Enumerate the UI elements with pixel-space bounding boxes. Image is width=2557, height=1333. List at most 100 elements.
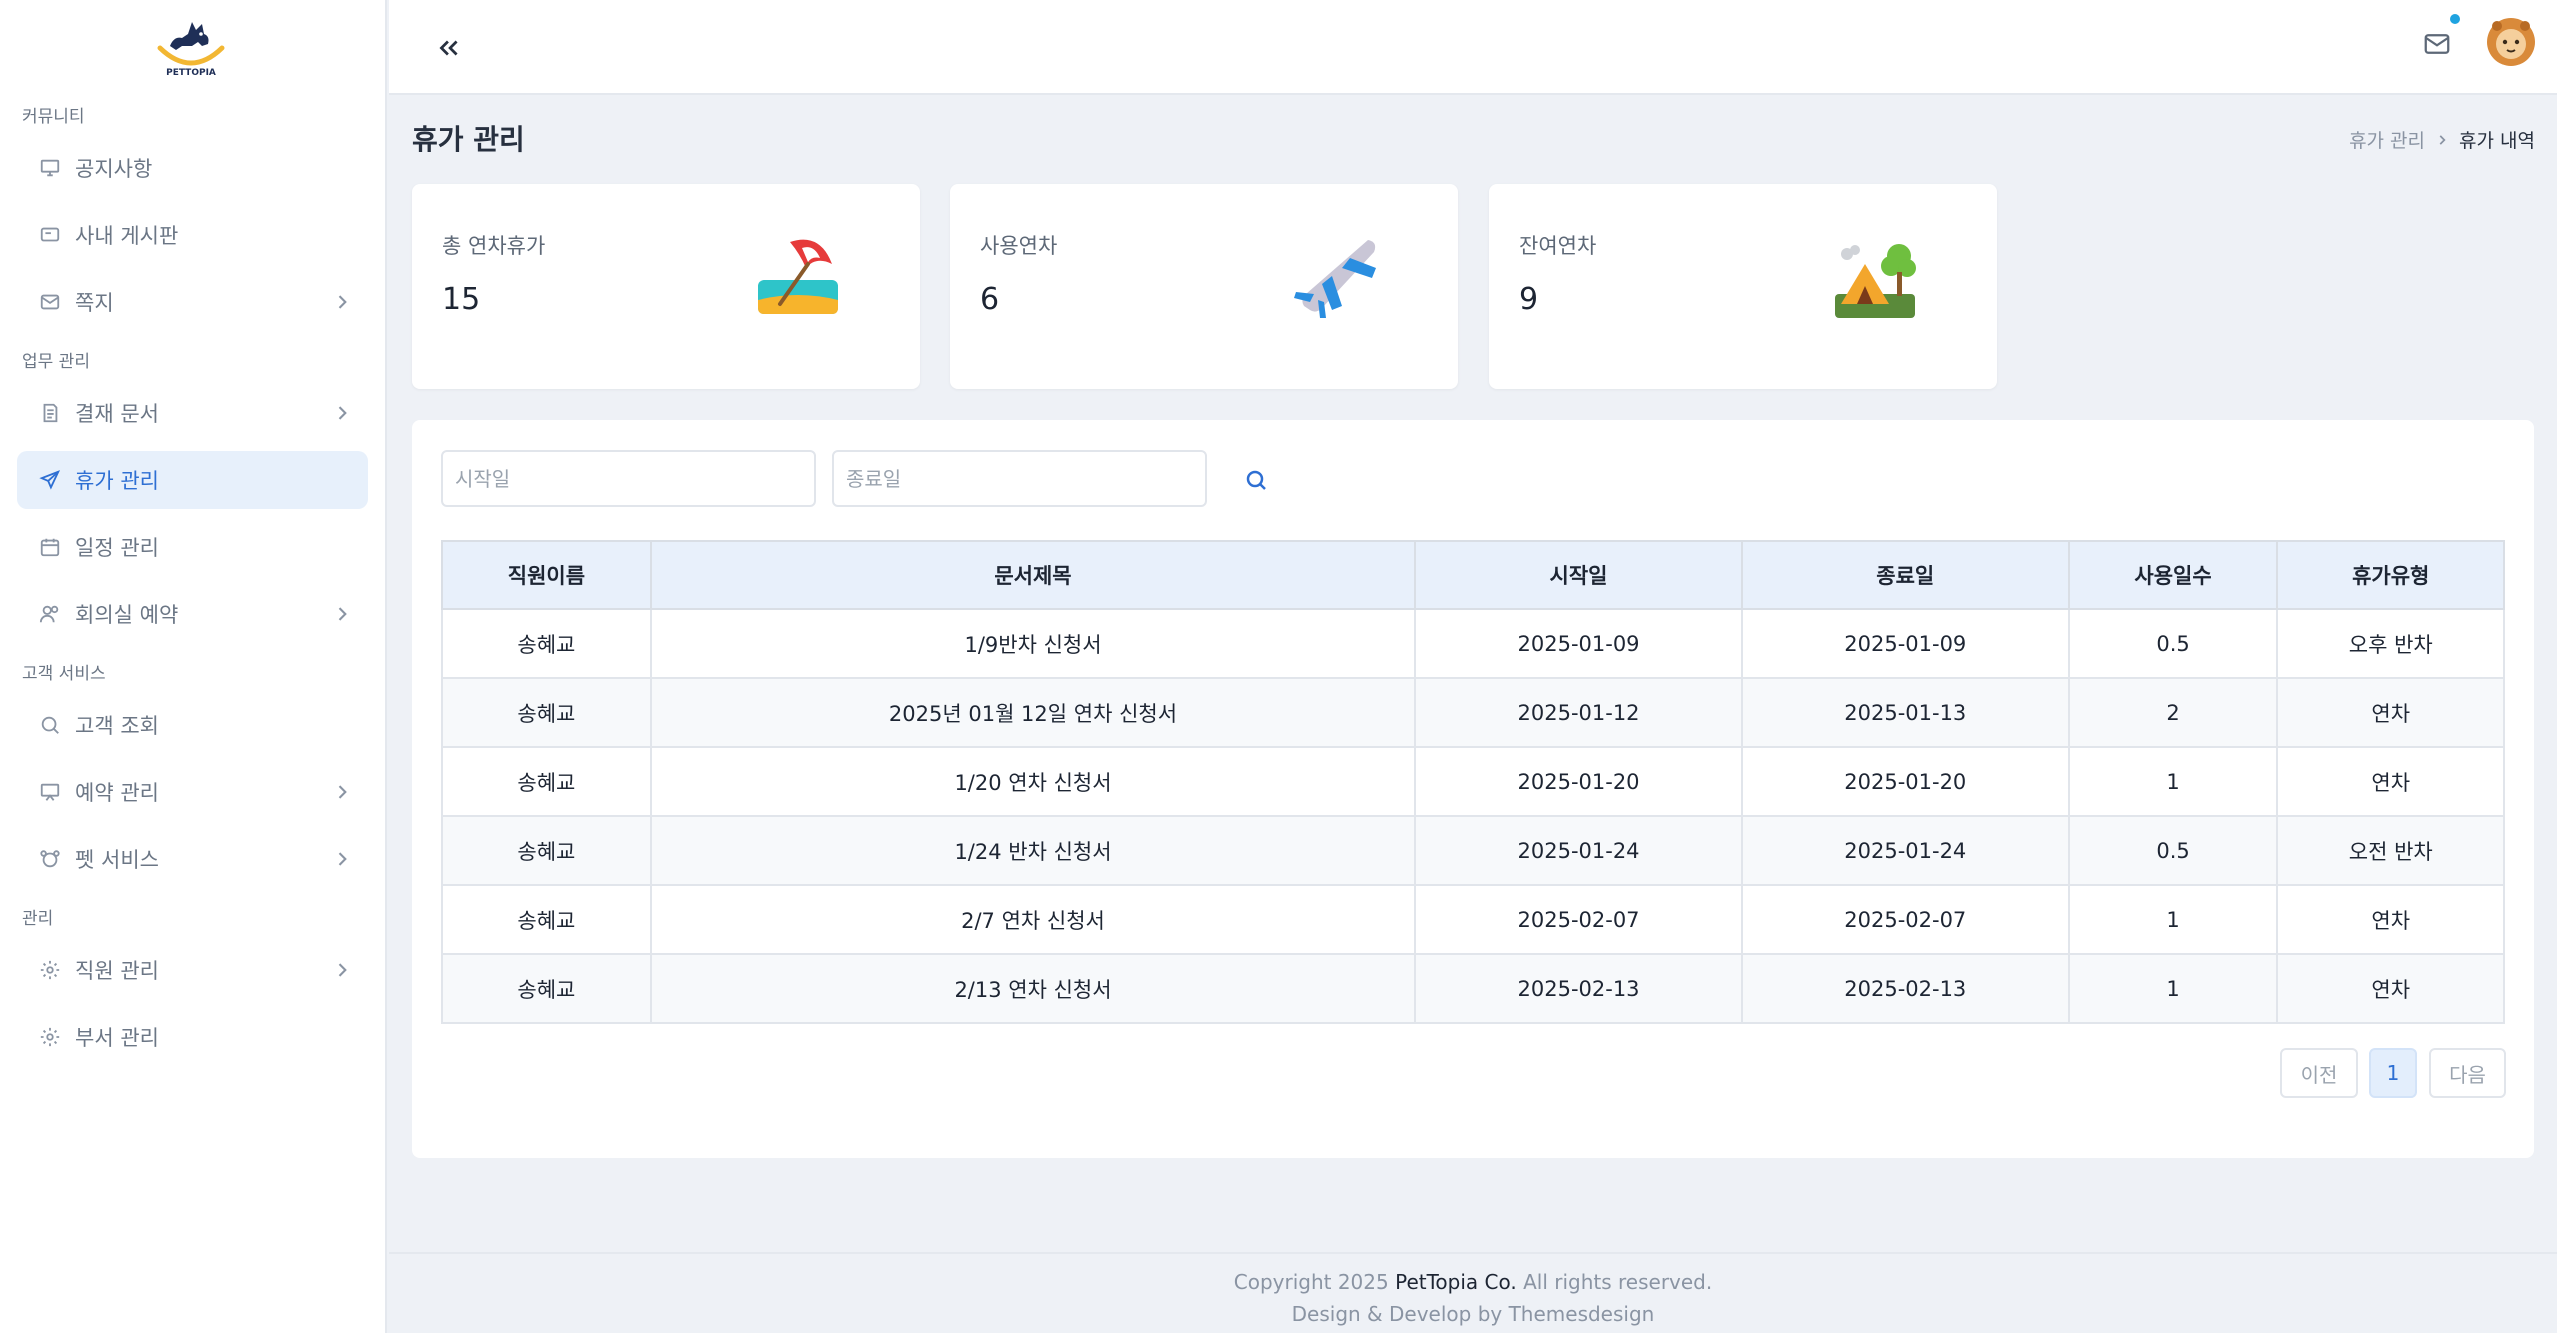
sidebar-item-board[interactable]: 사내 게시판 <box>17 206 368 264</box>
cell: 1 <box>2067 953 2279 1024</box>
search-icon <box>39 714 61 736</box>
column-header[interactable]: 문서제목 <box>649 540 1417 610</box>
svg-text:PETTOPIA: PETTOPIA <box>166 68 216 78</box>
next-page-button[interactable]: 다음 <box>2429 1048 2506 1098</box>
sidebar-item-label: 휴가 관리 <box>75 469 159 493</box>
sidebar-item-message[interactable]: 쪽지 <box>17 273 368 331</box>
beach-umbrella-icon <box>758 239 838 314</box>
sidebar: PETTOPIA 커뮤니티 공지사항 사내 게시판 쪽지 업무 관리 결재 문서… <box>0 0 387 1333</box>
column-header[interactable]: 시작일 <box>1414 540 1743 610</box>
sidebar-item-pet-service[interactable]: 펫 서비스 <box>17 830 368 888</box>
cell: 송혜교 <box>441 677 652 748</box>
presentation-icon <box>39 781 61 803</box>
users-icon <box>39 603 61 625</box>
avatar[interactable] <box>2481 12 2541 72</box>
table-row[interactable]: 송혜교 2/7 연차 신청서 2025-02-07 2025-02-07 1 연… <box>441 884 2505 955</box>
breadcrumb-link[interactable]: 휴가 관리 <box>2349 126 2425 153</box>
sidebar-item-schedule[interactable]: 일정 관리 <box>17 518 368 576</box>
gear-icon <box>39 959 61 981</box>
pet-icon <box>39 848 61 870</box>
document-icon <box>39 402 61 424</box>
cell: 연차 <box>2276 953 2505 1024</box>
column-header[interactable]: 직원이름 <box>441 540 652 610</box>
notification-dot <box>2450 14 2460 24</box>
inbox-button[interactable] <box>2415 22 2459 66</box>
column-header[interactable]: 종료일 <box>1740 540 2070 610</box>
sidebar-item-label: 고객 조회 <box>75 714 159 738</box>
cell: 연차 <box>2276 677 2505 748</box>
board-icon <box>39 224 61 246</box>
section-customer: 고객 서비스 <box>22 664 106 684</box>
chevron-right-icon <box>338 607 347 621</box>
stat-label: 총 연차휴가 <box>442 234 546 258</box>
page-title: 휴가 관리 <box>412 123 525 156</box>
prev-page-button[interactable]: 이전 <box>2280 1048 2358 1098</box>
pettopia-logo[interactable]: PETTOPIA <box>152 12 230 78</box>
sidebar-item-notice[interactable]: 공지사항 <box>17 139 368 197</box>
column-header[interactable]: 사용일수 <box>2067 540 2279 610</box>
cell: 1/20 연차 신청서 <box>649 746 1417 817</box>
cell: 연차 <box>2276 746 2505 817</box>
sidebar-item-reservation[interactable]: 예약 관리 <box>17 763 368 821</box>
cell: 1/24 반차 신청서 <box>649 815 1417 886</box>
sidebar-item-customer-search[interactable]: 고객 조회 <box>17 696 368 754</box>
cell: 송혜교 <box>441 953 652 1024</box>
sidebar-item-label: 일정 관리 <box>75 536 159 560</box>
plane-icon <box>39 469 61 491</box>
cell: 2025-01-12 <box>1414 677 1743 748</box>
chevron-right-icon <box>338 963 347 977</box>
sidebar-item-label: 부서 관리 <box>75 1026 159 1050</box>
cell: 송혜교 <box>441 746 652 817</box>
cell: 2025-01-24 <box>1414 815 1743 886</box>
sidebar-item-approval[interactable]: 결재 문서 <box>17 384 368 442</box>
footer: Copyright 2025 PetTopia Co. All rights r… <box>389 1252 2557 1333</box>
sidebar-item-label: 펫 서비스 <box>75 848 159 872</box>
section-community: 커뮤니티 <box>22 107 85 127</box>
table-row[interactable]: 송혜교 2/13 연차 신청서 2025-02-13 2025-02-13 1 … <box>441 953 2505 1024</box>
page-1-button[interactable]: 1 <box>2369 1048 2417 1098</box>
company-name: PetTopia Co. <box>1395 1270 1517 1294</box>
camping-icon <box>1835 244 1916 318</box>
cell: 2025-02-07 <box>1414 884 1743 955</box>
cell: 1/9반차 신청서 <box>649 608 1417 679</box>
sidebar-item-employee[interactable]: 직원 관리 <box>17 941 368 999</box>
sidebar-toggle-button[interactable] <box>427 26 471 70</box>
airplane-icon <box>1294 240 1376 318</box>
cell: 0.5 <box>2067 608 2279 679</box>
leave-table: 직원이름 문서제목 시작일 종료일 사용일수 휴가유형 송혜교 1/9반차 신청… <box>441 540 2505 1024</box>
chevron-right-icon <box>2439 134 2446 145</box>
cell: 오후 반차 <box>2276 608 2505 679</box>
cell: 2025-01-09 <box>1740 608 2070 679</box>
breadcrumb-current: 휴가 내역 <box>2459 130 2535 152</box>
cell: 2/7 연차 신청서 <box>649 884 1417 955</box>
leave-history-panel: 직원이름 문서제목 시작일 종료일 사용일수 휴가유형 송혜교 1/9반차 신청… <box>412 420 2534 1158</box>
cell: 1 <box>2067 884 2279 955</box>
mail-icon <box>39 291 61 313</box>
topbar <box>389 0 2557 95</box>
cell: 송혜교 <box>441 608 652 679</box>
credit-line: Design & Develop by Themesdesign <box>1291 1302 1655 1326</box>
table-row[interactable]: 송혜교 2025년 01월 12일 연차 신청서 2025-01-12 2025… <box>441 677 2505 748</box>
stat-value: 6 <box>980 282 1000 317</box>
column-header[interactable]: 휴가유형 <box>2276 540 2505 610</box>
start-date-input[interactable] <box>441 450 816 507</box>
sidebar-item-leave[interactable]: 휴가 관리 <box>17 451 368 509</box>
table-row[interactable]: 송혜교 1/9반차 신청서 2025-01-09 2025-01-09 0.5 … <box>441 608 2505 679</box>
stat-card-used-leave: 사용연차 6 <box>950 184 1458 389</box>
calendar-icon <box>39 536 61 558</box>
cell: 2025-02-07 <box>1740 884 2070 955</box>
search-button[interactable] <box>1236 460 1276 500</box>
table-row[interactable]: 송혜교 1/20 연차 신청서 2025-01-20 2025-01-20 1 … <box>441 746 2505 817</box>
stat-value: 9 <box>1519 282 1539 317</box>
table-row[interactable]: 송혜교 1/24 반차 신청서 2025-01-24 2025-01-24 0.… <box>441 815 2505 886</box>
cell: 2025-01-20 <box>1740 746 2070 817</box>
end-date-input[interactable] <box>832 450 1207 507</box>
cell: 연차 <box>2276 884 2505 955</box>
cell: 2025-02-13 <box>1414 953 1743 1024</box>
cell: 2/13 연차 신청서 <box>649 953 1417 1024</box>
stat-label: 잔여연차 <box>1519 234 1597 258</box>
stat-card-remaining-leave: 잔여연차 9 <box>1489 184 1997 389</box>
sidebar-item-meeting-room[interactable]: 회의실 예약 <box>17 585 368 643</box>
sidebar-item-department[interactable]: 부서 관리 <box>17 1008 368 1066</box>
cell: 0.5 <box>2067 815 2279 886</box>
